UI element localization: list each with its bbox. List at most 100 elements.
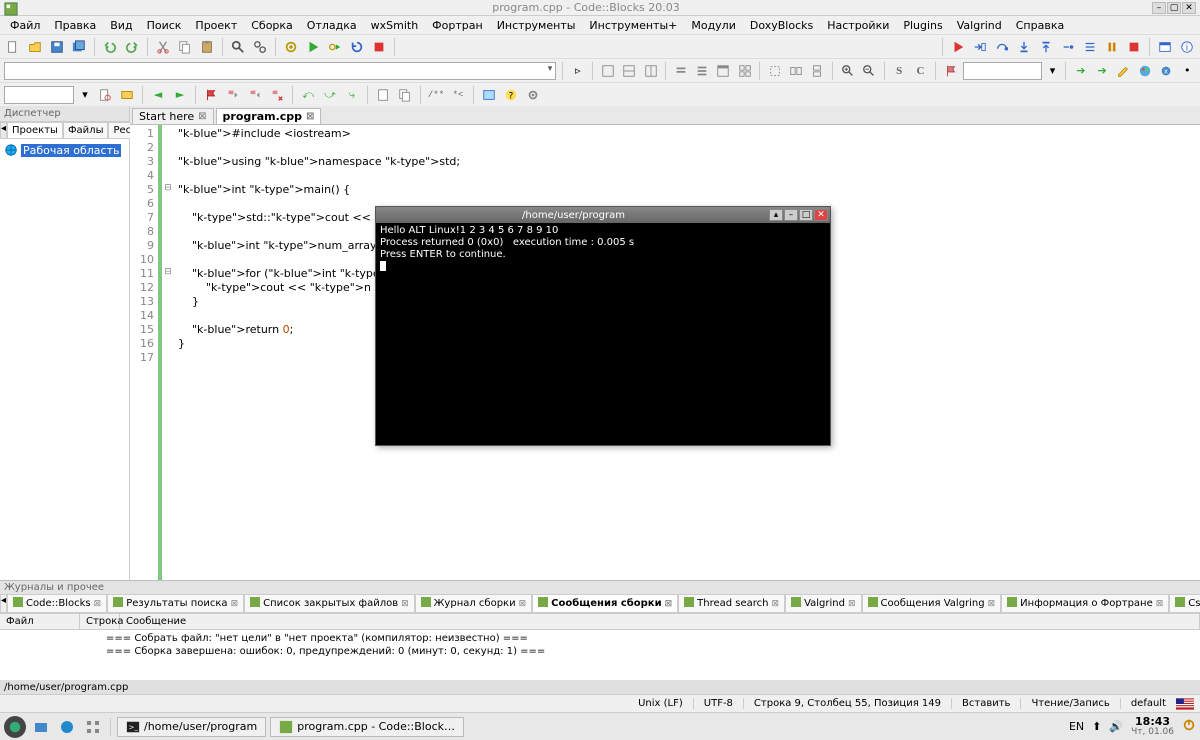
tb2-b4[interactable]	[642, 62, 659, 80]
close-button[interactable]: ✕	[1182, 2, 1196, 14]
open-button[interactable]	[26, 38, 44, 56]
log-tab[interactable]: Информация о Фортране⊠	[1001, 594, 1169, 613]
tray-volume-icon[interactable]: 🔊	[1109, 720, 1123, 733]
terminal-minimize-button[interactable]: –	[784, 209, 798, 221]
log-tab[interactable]: Журнал сборки⊠	[415, 594, 533, 613]
menu-сборка[interactable]: Сборка	[245, 18, 299, 33]
tb2-rec[interactable]: •	[1179, 62, 1196, 80]
log-col-file[interactable]: Файл	[0, 614, 80, 629]
menu-инструменты[interactable]: Инструменты	[491, 18, 582, 33]
taskbar-codeblocks[interactable]: program.cpp - Code::Block…	[270, 717, 464, 737]
terminal-close-button[interactable]: ✕	[814, 209, 828, 221]
tb3-b2[interactable]	[118, 86, 136, 104]
tb2-b6[interactable]	[693, 62, 710, 80]
build-button[interactable]	[282, 38, 300, 56]
menu-настройки[interactable]: Настройки	[821, 18, 895, 33]
tb3-doc2[interactable]	[396, 86, 414, 104]
bookmark-prev-button[interactable]	[224, 86, 242, 104]
terminal-window[interactable]: /home/user/program ▴ – □ ✕ Hello ALT Lin…	[375, 206, 831, 446]
cut-button[interactable]	[154, 38, 172, 56]
tb3-img[interactable]	[480, 86, 498, 104]
source-s-button[interactable]: S	[891, 62, 908, 80]
redo-button[interactable]	[123, 38, 141, 56]
save-all-button[interactable]	[70, 38, 88, 56]
menu-wxsmith[interactable]: wxSmith	[365, 18, 425, 33]
undo-button[interactable]	[101, 38, 119, 56]
taskbar-terminal[interactable]: >_ /home/user/program	[117, 717, 266, 737]
debug-run-button[interactable]	[949, 38, 967, 56]
close-icon[interactable]: ⊠	[401, 599, 409, 609]
maximize-button[interactable]: ▢	[1167, 2, 1181, 14]
menu-plugins[interactable]: Plugins	[897, 18, 948, 33]
step-instr-button[interactable]	[1081, 38, 1099, 56]
step-over-button[interactable]	[993, 38, 1011, 56]
comment-button[interactable]: /**	[427, 86, 445, 104]
menu-поиск[interactable]: Поиск	[141, 18, 188, 33]
tb2-arr1[interactable]: ➔	[1072, 62, 1089, 80]
tb2-b1[interactable]: ▹	[569, 62, 586, 80]
uncomment-button[interactable]: *<	[449, 86, 467, 104]
tb2-b3[interactable]	[621, 62, 638, 80]
debug-run-cursor-button[interactable]	[971, 38, 989, 56]
launcher-menu[interactable]	[4, 716, 26, 738]
source-c-button[interactable]: C	[912, 62, 929, 80]
bookmark-next-button[interactable]	[246, 86, 264, 104]
close-icon[interactable]: ⊠	[665, 599, 673, 609]
close-icon[interactable]: ⊠	[772, 599, 780, 609]
nav-back-button[interactable]: ◄	[149, 86, 167, 104]
menu-файл[interactable]: Файл	[4, 18, 46, 33]
status-encoding[interactable]: UTF-8	[694, 698, 744, 709]
log-tab[interactable]: Результаты поиска⊠	[107, 594, 244, 613]
terminal-body[interactable]: Hello ALT Linux!1 2 3 4 5 6 7 8 9 10Proc…	[376, 223, 830, 277]
tb3-help[interactable]: ?	[502, 86, 520, 104]
tb3-doc1[interactable]	[374, 86, 392, 104]
nav-fwd-button[interactable]: ►	[171, 86, 189, 104]
debug-stop-button[interactable]	[1125, 38, 1143, 56]
tb2-b8[interactable]	[736, 62, 753, 80]
build-run-button[interactable]	[326, 38, 344, 56]
paste-button[interactable]	[198, 38, 216, 56]
close-icon[interactable]: ⊠	[94, 599, 102, 609]
target-dropdown[interactable]	[4, 62, 556, 80]
log-col-line[interactable]: Строка	[80, 614, 120, 629]
close-icon[interactable]: ⊠	[848, 599, 856, 609]
tb3-b1[interactable]	[96, 86, 114, 104]
tb2-b5[interactable]	[672, 62, 689, 80]
close-tab-icon[interactable]: ⊠	[198, 111, 206, 122]
log-body[interactable]: === Собрать файл: "нет цели" в "нет прое…	[0, 630, 1200, 680]
dispatcher-scroll-left[interactable]: ◂	[0, 122, 7, 139]
tb2-palette[interactable]	[1136, 62, 1153, 80]
tb3-drop[interactable]: ▾	[78, 86, 92, 104]
debug-info-button[interactable]: i	[1178, 38, 1196, 56]
logs-scroll-left[interactable]: ◂	[0, 594, 7, 613]
tb2-flag[interactable]	[942, 62, 959, 80]
log-tab[interactable]: Сообщения Valgring⊠	[862, 594, 1002, 613]
next-instr-button[interactable]	[1059, 38, 1077, 56]
log-tab[interactable]: Valgrind⊠	[785, 594, 861, 613]
tray-time[interactable]: 18:43	[1131, 716, 1174, 727]
close-tab-icon[interactable]: ⊠	[306, 111, 314, 122]
tb3-nav3[interactable]: ⤷	[343, 86, 361, 104]
tb3-nav1[interactable]: ⤺	[299, 86, 317, 104]
log-col-msg[interactable]: Сообщение	[120, 614, 1200, 629]
minimize-button[interactable]: –	[1152, 2, 1166, 14]
log-tab[interactable]: Thread search⊠	[678, 594, 785, 613]
menu-модули[interactable]: Модули	[685, 18, 742, 33]
tray-updates-icon[interactable]: ⬆	[1092, 720, 1101, 733]
menu-инструменты+[interactable]: Инструменты+	[583, 18, 683, 33]
tb3-input[interactable]	[4, 86, 74, 104]
menu-справка[interactable]: Справка	[1010, 18, 1070, 33]
menu-правка[interactable]: Правка	[48, 18, 102, 33]
status-profile[interactable]: default	[1121, 698, 1176, 709]
launcher-browser[interactable]	[56, 716, 78, 738]
replace-button[interactable]	[251, 38, 269, 56]
zoom-in-button[interactable]	[839, 62, 856, 80]
terminal-titlebar[interactable]: /home/user/program ▴ – □ ✕	[376, 207, 830, 223]
close-icon[interactable]: ⊠	[519, 599, 527, 609]
rebuild-button[interactable]	[348, 38, 366, 56]
dispatcher-tab-projects[interactable]: Проекты	[7, 122, 63, 139]
tb3-nav2[interactable]: ⤻	[321, 86, 339, 104]
run-button[interactable]	[304, 38, 322, 56]
tb2-b11[interactable]	[809, 62, 826, 80]
zoom-out-button[interactable]	[860, 62, 877, 80]
